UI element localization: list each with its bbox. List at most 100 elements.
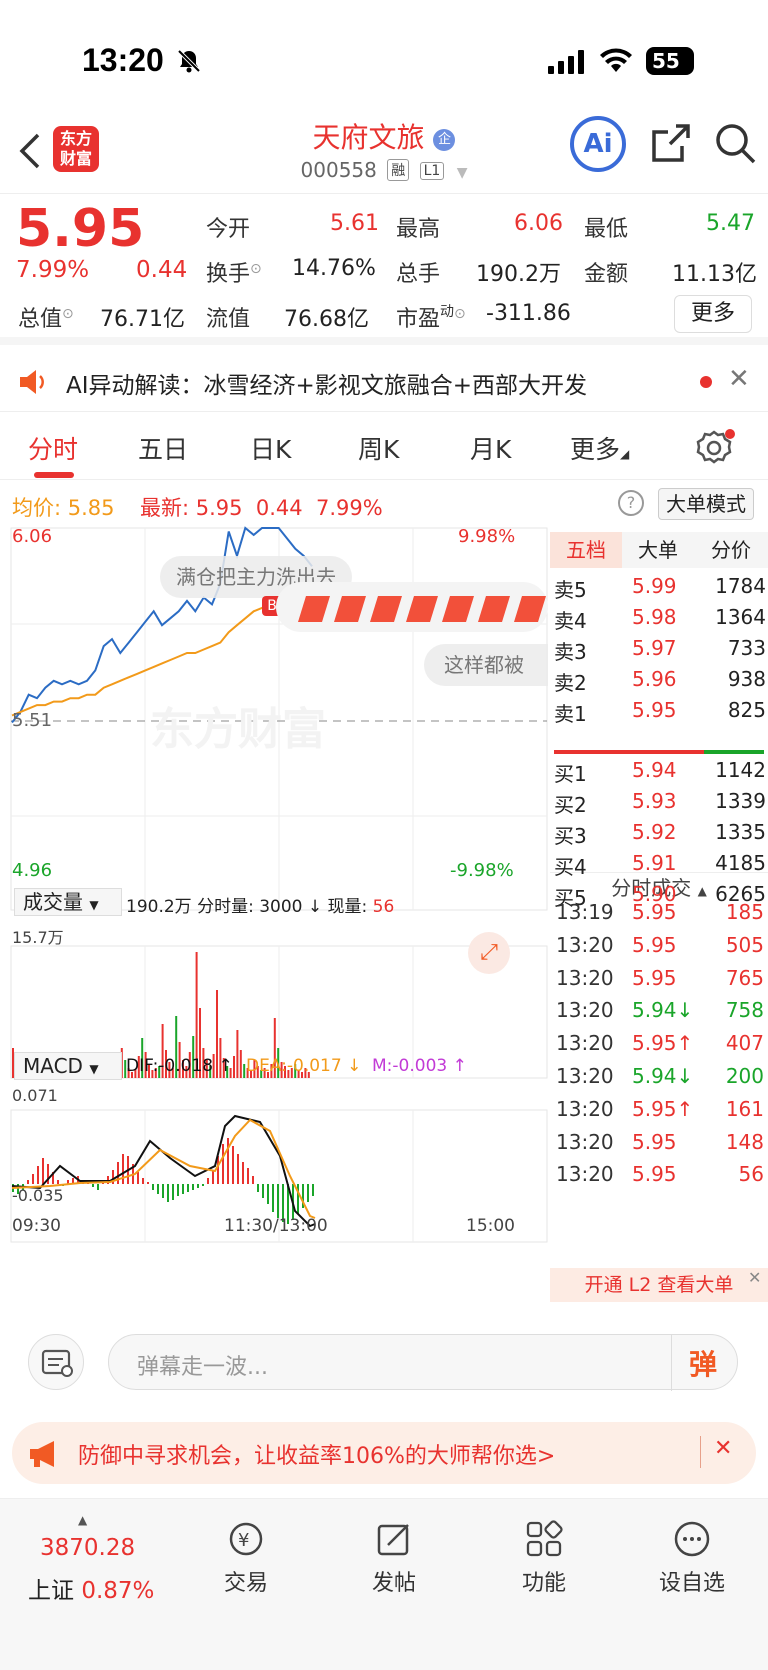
quote-panel: 5.95 7.99% 0.44 总值⊙ 76.71亿 今开 5.61 最高 6.…: [0, 195, 768, 345]
nav-watchlist[interactable]: 设自选: [632, 1519, 752, 1597]
share-icon[interactable]: [650, 122, 692, 164]
tab-more[interactable]: 更多◢: [570, 430, 629, 466]
sell-level-row[interactable]: 卖1 5.95 825: [554, 698, 766, 728]
tab-five-levels[interactable]: 五档: [550, 532, 622, 568]
dif-line: [11, 1114, 316, 1228]
nav-functions[interactable]: 功能: [484, 1519, 604, 1597]
edit-icon: [377, 1524, 409, 1556]
turnover-label: 换手⊙: [206, 261, 262, 287]
tab-big-orders[interactable]: 大单: [622, 532, 694, 568]
tab-daily-k[interactable]: 日K: [250, 430, 291, 466]
mktcap-label: 总值⊙: [18, 306, 74, 332]
big-order-mode-button[interactable]: 大单模式: [658, 488, 754, 520]
macd-bar: [252, 1176, 254, 1184]
macd-bar: [312, 1184, 314, 1196]
chevron-down-icon[interactable]: ▼: [457, 165, 468, 181]
ai-assistant-button[interactable]: Ai: [570, 116, 626, 172]
sell-level-row[interactable]: 卖4 5.98 1364: [554, 605, 766, 635]
more-button[interactable]: 更多: [674, 295, 752, 333]
nav-trade[interactable]: ¥ 交易: [186, 1519, 306, 1597]
buy-level-row[interactable]: 买2 5.93 1339: [554, 789, 766, 819]
tab-weekly-k[interactable]: 周K: [358, 430, 399, 466]
pmin-label: -9.98%: [450, 860, 514, 881]
unread-dot: [700, 376, 712, 388]
megaphone-icon: [30, 1441, 54, 1467]
row-label: 卖2: [554, 671, 587, 695]
sell-level-row[interactable]: 卖3 5.97 733: [554, 636, 766, 666]
open-l2-button[interactable]: 开通 L2 查看大单: [550, 1268, 768, 1302]
row-price: 5.92: [632, 820, 677, 844]
macd-bar: [307, 1184, 309, 1202]
current-price: 5.95: [16, 199, 145, 259]
margin-tag: 融: [387, 159, 410, 181]
buy-level-row[interactable]: 买3 5.92 1335: [554, 820, 766, 850]
caret-icon: ◢: [620, 447, 630, 461]
tab-indicator: [34, 472, 74, 478]
open-label: 今开: [206, 217, 251, 242]
danmu-bubble-2: 这样都被: [424, 644, 548, 686]
stock-header: 东方财富 天府文旅 企 000558 融 L1 ▼ Ai: [0, 110, 768, 194]
ai-label: Ai: [583, 129, 613, 159]
macd-bar: [97, 1184, 99, 1190]
row-price: 5.95: [632, 698, 677, 722]
info-dots-icon[interactable]: ⊙: [454, 306, 466, 322]
row-label: 买3: [554, 824, 587, 848]
sell-ratio-bar: [554, 750, 704, 754]
close-icon[interactable]: ✕: [748, 1268, 761, 1287]
settings-gear-icon[interactable]: [696, 428, 736, 468]
dif-value: DIF:-0.018 ↑: [126, 1056, 233, 1076]
pmax-label: 9.98%: [458, 526, 516, 547]
info-dots-icon[interactable]: ⊙: [62, 306, 74, 322]
sell-level-row[interactable]: 卖2 5.96 938: [554, 667, 766, 697]
close-icon[interactable]: ✕: [728, 364, 750, 394]
close-icon[interactable]: ✕: [714, 1436, 732, 1461]
dea-value: DEA:-0.017 ↓: [246, 1056, 362, 1076]
index-row[interactable]: 上证 0.87%: [28, 1571, 154, 1605]
watermark: 东方财富: [150, 704, 326, 755]
expand-icon[interactable]: ⤢: [468, 932, 510, 974]
sell-level-row[interactable]: 卖5 5.99 1784: [554, 574, 766, 604]
row-volume: 1339: [715, 789, 766, 813]
row-label: 卖5: [554, 578, 587, 602]
row-volume: 1364: [715, 605, 766, 629]
row-volume: 1784: [715, 574, 766, 598]
ai-alert-banner[interactable]: AI异动解读：冰雪经济+影视文旅融合+西部大开发 ✕: [0, 352, 768, 412]
macd-bar: [172, 1184, 174, 1200]
change-pct: 7.99%: [16, 257, 90, 283]
high-label: 最高: [396, 217, 441, 242]
macd-bar: [92, 1184, 94, 1187]
index-value[interactable]: 3870.28: [40, 1535, 135, 1561]
tick-row: 13:20 5.94↓ 758: [556, 998, 764, 1023]
intraday-chart[interactable]: 东方财富 6.06 4.96 9.98% -9.98% 5.51 满仓把主力洗出…: [10, 526, 548, 1306]
macd-bar: [272, 1184, 274, 1212]
bell-muted-icon: [177, 49, 201, 73]
macd-bar: [37, 1166, 39, 1184]
row-price: 5.93: [632, 789, 677, 813]
bottom-nav: ▲ 3870.28 上证 0.87% ¥ 交易 发帖 功能 设自选: [0, 1498, 768, 1670]
tick-row: 13:19 5.95 185: [556, 900, 764, 924]
search-icon[interactable]: [714, 122, 758, 166]
danmu-send-button[interactable]: 弹: [689, 1343, 717, 1383]
volume-indicator-select[interactable]: 成交量 ▼: [14, 888, 122, 916]
help-icon[interactable]: ?: [618, 490, 644, 516]
tab-five-day[interactable]: 五日: [138, 430, 188, 466]
danmu-settings-icon[interactable]: [28, 1334, 84, 1390]
row-label: 卖1: [554, 702, 587, 726]
tab-intraday[interactable]: 分时: [28, 430, 78, 466]
macd-indicator-select[interactable]: MACD ▼: [14, 1052, 122, 1080]
danmu-input[interactable]: 弹幕走一波... 弹: [108, 1334, 738, 1391]
turnover-value: 14.76%: [292, 256, 376, 281]
volume-bar: [243, 1064, 246, 1078]
nav-post[interactable]: 发帖: [334, 1519, 454, 1597]
tab-monthly-k[interactable]: 月K: [470, 430, 511, 466]
buy-level-row[interactable]: 买4 5.91 4185: [554, 851, 766, 881]
volume-bar: [236, 1030, 239, 1078]
volume-value: 190.2万: [476, 262, 561, 287]
info-dots-icon[interactable]: ⊙: [250, 261, 262, 277]
macd-bar: [42, 1158, 44, 1184]
tab-price-distribution[interactable]: 分价: [694, 532, 768, 568]
buy-level-row[interactable]: 买1 5.94 1142: [554, 758, 766, 788]
promo-banner[interactable]: 防御中寻求机会，让收益率106%的大师帮你选> ✕: [12, 1422, 756, 1484]
avg-price-line: [11, 599, 312, 717]
promo-text: 防御中寻求机会，让收益率106%的大师帮你选>: [78, 1444, 556, 1469]
